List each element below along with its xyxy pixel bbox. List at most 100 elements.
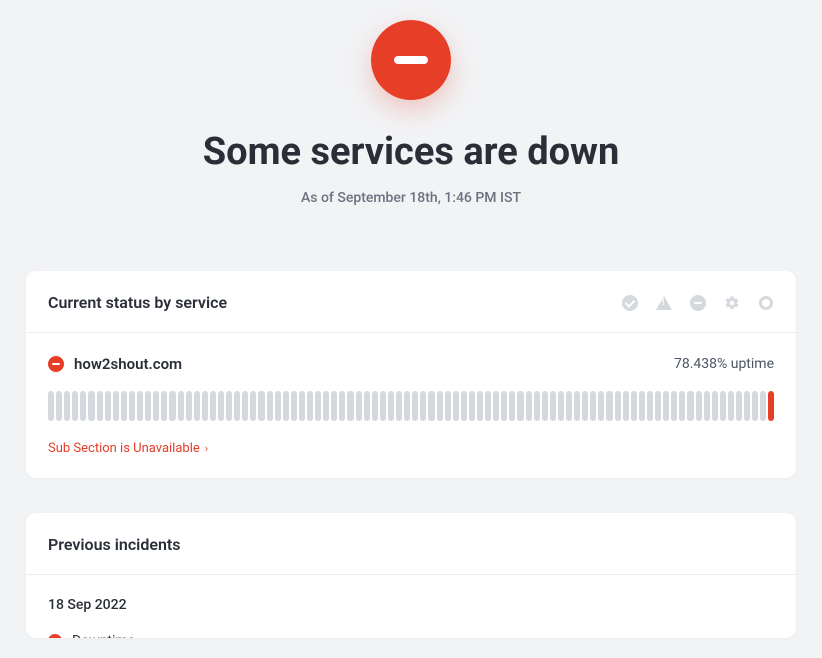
legend-unknown-icon: [758, 295, 774, 311]
legend-maintenance-icon: [724, 295, 740, 311]
uptime-segment[interactable]: [80, 391, 86, 421]
uptime-segment[interactable]: [88, 391, 94, 421]
uptime-segment[interactable]: [744, 391, 750, 421]
uptime-segment[interactable]: [396, 391, 402, 421]
incident-item[interactable]: Downtime: [48, 633, 774, 638]
uptime-segment[interactable]: [655, 391, 661, 421]
uptime-segment[interactable]: [291, 391, 297, 421]
uptime-segment[interactable]: [445, 391, 451, 421]
uptime-segment[interactable]: [364, 391, 370, 421]
uptime-segment[interactable]: [64, 391, 70, 421]
uptime-segment[interactable]: [356, 391, 362, 421]
uptime-segment[interactable]: [388, 391, 394, 421]
uptime-segment[interactable]: [194, 391, 200, 421]
uptime-segment[interactable]: [202, 391, 208, 421]
uptime-segment[interactable]: [639, 391, 645, 421]
uptime-segment[interactable]: [283, 391, 289, 421]
uptime-segment[interactable]: [461, 391, 467, 421]
uptime-segment[interactable]: [97, 391, 103, 421]
uptime-segment[interactable]: [258, 391, 264, 421]
uptime-segment[interactable]: [412, 391, 418, 421]
uptime-segment[interactable]: [736, 391, 742, 421]
uptime-segment[interactable]: [105, 391, 111, 421]
uptime-segment[interactable]: [169, 391, 175, 421]
uptime-segment[interactable]: [267, 391, 273, 421]
uptime-segment[interactable]: [129, 391, 135, 421]
uptime-segment[interactable]: [534, 391, 540, 421]
uptime-segment[interactable]: [113, 391, 119, 421]
uptime-segment[interactable]: [663, 391, 669, 421]
uptime-segment[interactable]: [347, 391, 353, 421]
uptime-segment[interactable]: [566, 391, 572, 421]
uptime-segment[interactable]: [56, 391, 62, 421]
uptime-segment[interactable]: [704, 391, 710, 421]
uptime-segment[interactable]: [299, 391, 305, 421]
uptime-segment[interactable]: [275, 391, 281, 421]
uptime-segment[interactable]: [493, 391, 499, 421]
incident-date: 18 Sep 2022: [48, 597, 774, 613]
uptime-segment[interactable]: [526, 391, 532, 421]
current-status-title: Current status by service: [48, 293, 227, 312]
uptime-segment[interactable]: [590, 391, 596, 421]
uptime-segment[interactable]: [186, 391, 192, 421]
uptime-segment[interactable]: [631, 391, 637, 421]
uptime-segment[interactable]: [509, 391, 515, 421]
uptime-segment[interactable]: [250, 391, 256, 421]
uptime-segment[interactable]: [647, 391, 653, 421]
uptime-segment[interactable]: [380, 391, 386, 421]
uptime-segment[interactable]: [768, 391, 774, 421]
page-title: Some services are down: [26, 130, 796, 174]
uptime-segment[interactable]: [153, 391, 159, 421]
uptime-segment[interactable]: [420, 391, 426, 421]
uptime-segment[interactable]: [234, 391, 240, 421]
uptime-segment[interactable]: [679, 391, 685, 421]
uptime-segment[interactable]: [623, 391, 629, 421]
uptime-segment[interactable]: [542, 391, 548, 421]
uptime-segment[interactable]: [615, 391, 621, 421]
uptime-segment[interactable]: [307, 391, 313, 421]
uptime-segment[interactable]: [323, 391, 329, 421]
uptime-segment[interactable]: [606, 391, 612, 421]
uptime-segment[interactable]: [226, 391, 232, 421]
uptime-segment[interactable]: [558, 391, 564, 421]
uptime-segment[interactable]: [598, 391, 604, 421]
uptime-segment[interactable]: [687, 391, 693, 421]
uptime-segment[interactable]: [671, 391, 677, 421]
uptime-segment[interactable]: [437, 391, 443, 421]
uptime-segment[interactable]: [696, 391, 702, 421]
uptime-segment[interactable]: [485, 391, 491, 421]
uptime-segment[interactable]: [477, 391, 483, 421]
uptime-segment[interactable]: [428, 391, 434, 421]
uptime-segment[interactable]: [574, 391, 580, 421]
uptime-segment[interactable]: [760, 391, 766, 421]
uptime-segment[interactable]: [178, 391, 184, 421]
uptime-segment[interactable]: [331, 391, 337, 421]
uptime-segment[interactable]: [712, 391, 718, 421]
uptime-segment[interactable]: [752, 391, 758, 421]
uptime-segment[interactable]: [210, 391, 216, 421]
uptime-segment[interactable]: [372, 391, 378, 421]
uptime-segment[interactable]: [242, 391, 248, 421]
sub-section-link[interactable]: Sub Section is Unavailable ›: [48, 441, 208, 456]
uptime-segment[interactable]: [720, 391, 726, 421]
uptime-segment[interactable]: [137, 391, 143, 421]
uptime-segment[interactable]: [453, 391, 459, 421]
service-row: how2shout.com 78.438% uptime Sub Section…: [26, 333, 796, 478]
uptime-segment[interactable]: [517, 391, 523, 421]
uptime-segment[interactable]: [48, 391, 54, 421]
uptime-segment[interactable]: [469, 391, 475, 421]
uptime-segment[interactable]: [72, 391, 78, 421]
uptime-segment[interactable]: [121, 391, 127, 421]
uptime-segment[interactable]: [161, 391, 167, 421]
uptime-segment[interactable]: [582, 391, 588, 421]
uptime-segment[interactable]: [501, 391, 507, 421]
uptime-segment[interactable]: [550, 391, 556, 421]
uptime-segment[interactable]: [404, 391, 410, 421]
uptime-segment[interactable]: [728, 391, 734, 421]
uptime-segment[interactable]: [315, 391, 321, 421]
service-name: how2shout.com: [74, 355, 182, 373]
uptime-segment[interactable]: [218, 391, 224, 421]
uptime-segment[interactable]: [145, 391, 151, 421]
uptime-segment[interactable]: [339, 391, 345, 421]
uptime-bar[interactable]: [48, 391, 774, 421]
